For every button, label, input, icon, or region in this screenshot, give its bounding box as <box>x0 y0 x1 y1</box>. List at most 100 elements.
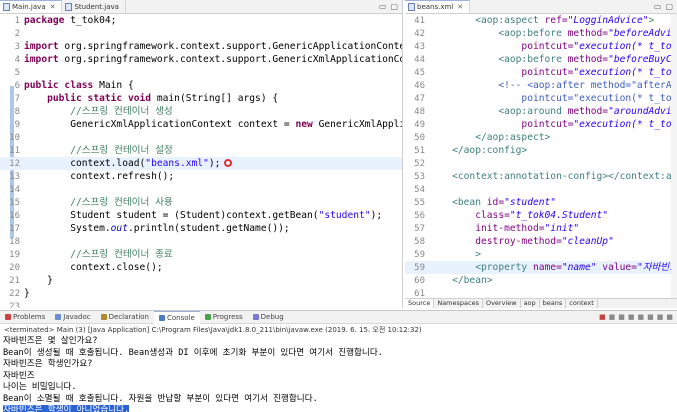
code-line[interactable]: 18 <box>0 235 402 248</box>
code-token: public static void <box>47 93 152 104</box>
code-line[interactable]: 17 System.out.println(student.getName())… <box>0 222 402 235</box>
code-line[interactable]: 23 <box>0 300 402 308</box>
code-line[interactable]: 49 pointcut="execution(* t_tok03.*Targe <box>405 118 677 131</box>
console-output-line[interactable]: 자바빈즈 <box>3 371 35 381</box>
code-line[interactable]: 8 //스프링 컨테이너 생성 <box>0 105 402 118</box>
code-line[interactable]: 44 <aop:before method="beforeBuyConfirm" <box>405 53 677 66</box>
console-tab-javadoc[interactable]: Javadoc <box>50 311 95 324</box>
xml-editor-pane[interactable]: beans.xml ✕ ▭ ▢ 41 <aop:aspect ref="Logg… <box>405 0 677 308</box>
code-line[interactable]: 19 //스프링 컨테이너 종료 <box>0 248 402 261</box>
code-line[interactable]: 59 <property name="name" value="자바빈즈" /> <box>405 261 677 274</box>
console-tab-declaration[interactable]: Declaration <box>96 311 154 324</box>
tab-main-java[interactable]: Main.java ✕ <box>0 0 63 13</box>
console-tab-debug[interactable]: Debug <box>248 311 289 324</box>
console-tab-console[interactable]: Console <box>154 310 200 324</box>
close-icon[interactable]: ✕ <box>50 3 56 11</box>
code-line[interactable]: 48 <aop:around method="aroundAdvice" <box>405 105 677 118</box>
code-line[interactable]: 7 public static void main(String[] args)… <box>0 92 402 105</box>
xml-mode-tab[interactable]: Overview <box>483 299 521 308</box>
code-line[interactable]: 47 pointcut="execution(* t_tok03.*Targe <box>405 92 677 105</box>
code-token: //스프링 컨테이너 종료 <box>70 249 173 260</box>
vertical-scrollbar[interactable] <box>671 14 677 298</box>
clear-icon[interactable]: ■ <box>618 313 625 321</box>
code-line[interactable]: 58 destroy-method="cleanUp" <box>405 235 677 248</box>
code-line[interactable]: 43 pointcut="execution(* t_tok03.ItemT <box>405 40 677 53</box>
xml-mode-tab[interactable]: beans <box>540 299 567 308</box>
code-line[interactable]: 9 GenericXmlApplicationContext context =… <box>0 118 402 131</box>
code-line[interactable]: 57 init-method="init" <box>405 222 677 235</box>
code-line[interactable]: 12 context.load("beans.xml"); <box>0 157 402 170</box>
code-line[interactable]: 56 class="t_tok04.Student" <box>405 209 677 222</box>
code-line[interactable]: 54 <box>405 183 677 196</box>
scroll-lock-icon[interactable]: ■ <box>628 313 635 321</box>
code-token: "cleanUp" <box>561 236 614 247</box>
code-line[interactable]: 2 <box>0 27 402 40</box>
code-token: pointcut= <box>521 41 574 52</box>
console-output-line[interactable]: 자바빈즈은 몇 살인가요? <box>3 336 98 346</box>
minimize-icon[interactable]: ▭ <box>379 2 387 11</box>
maximize-icon[interactable]: ▢ <box>665 2 673 11</box>
code-line[interactable]: 41 <aop:aspect ref="LogginAdvice"> <box>405 14 677 27</box>
code-token: Student student = (Student)context.getBe… <box>24 210 319 221</box>
code-line[interactable]: 5 <box>0 66 402 79</box>
console-tab-problems[interactable]: Problems <box>0 311 50 324</box>
tab-beans-xml[interactable]: beans.xml ✕ <box>405 0 471 13</box>
java-editor-pane[interactable]: Main.java ✕ Student.java ▭ ▢ 1 package t_… <box>0 0 403 308</box>
code-line[interactable]: 55 <bean id="student" <box>405 196 677 209</box>
code-line[interactable]: 46 <!-- <aop:after method="afterAdvice" <box>405 79 677 92</box>
tab-student-java[interactable]: Student.java <box>62 0 126 13</box>
pin-icon[interactable]: ■ <box>638 313 645 321</box>
code-line[interactable]: 59 > <box>405 248 677 261</box>
xml-mode-tab[interactable]: aop <box>521 299 540 308</box>
xml-mode-tab[interactable]: context <box>566 299 598 308</box>
xml-mode-tab[interactable]: Source <box>405 299 435 308</box>
remove-icon[interactable]: ■ <box>609 313 616 321</box>
code-line[interactable]: 6 public class Main { <box>0 79 402 92</box>
java-code-area[interactable]: 1 package t_tok04; 2 3 import org.springfram… <box>0 14 402 308</box>
close-icon[interactable]: ✕ <box>457 3 463 11</box>
console-output[interactable]: 자바빈즈은 몇 살인가요? Bean이 생성될 때 호출됩니다. Bean생성과 … <box>0 336 677 412</box>
code-line[interactable]: 1 package t_tok04; <box>0 14 402 27</box>
console-output-line[interactable]: 자바빈즈은 학생이 아니었습니다. <box>3 405 130 412</box>
code-line[interactable]: 61 <box>405 287 677 298</box>
code-line[interactable]: 4 import org.springframework.context.supp… <box>0 53 402 66</box>
code-line[interactable]: 16 Student student = (Student)context.ge… <box>0 209 402 222</box>
code-line[interactable]: 45 pointcut="execution(* t_tok03.ItemT <box>405 66 677 79</box>
minimize-icon[interactable]: ■ <box>657 313 664 321</box>
code-line[interactable]: 11 //스프링 컨테이너 설정 <box>0 144 402 157</box>
console-process-header: <terminated> Main (3) [Java Application]… <box>4 326 422 334</box>
code-line[interactable]: 42 <aop:before method="beforeAdvice" <box>405 27 677 40</box>
code-line[interactable]: 22} <box>0 287 402 300</box>
terminate-icon[interactable]: ■ <box>599 313 606 321</box>
code-line[interactable]: 13 context.refresh(); <box>0 170 402 183</box>
console-output-line[interactable]: 자바빈즈은 학생인가요? <box>3 359 92 369</box>
code-line[interactable]: 15 //스프링 컨테이너 사용 <box>0 196 402 209</box>
console-tab-progress[interactable]: Progress <box>200 311 248 324</box>
console-output-line[interactable]: 나이는 비밀입니다. <box>3 382 77 392</box>
console-output-line[interactable]: Bean이 소멸될 때 호출됩니다. 자원을 반납할 부분이 있다면 여기서 진… <box>3 394 318 404</box>
code-line[interactable]: 60 </bean> <box>405 274 677 287</box>
minimize-icon[interactable]: ▭ <box>654 2 662 11</box>
maximize-icon[interactable]: ■ <box>666 313 673 321</box>
code-line[interactable]: 10 <box>0 131 402 144</box>
code-token: "beans.xml" <box>145 158 209 169</box>
editor-window-controls: ▭ ▢ <box>375 2 402 13</box>
code-line[interactable]: 50 </aop:aspect> <box>405 131 677 144</box>
display-icon[interactable]: ■ <box>647 313 654 321</box>
code-line[interactable]: 21 } <box>0 274 402 287</box>
code-line[interactable]: 14 <box>0 183 402 196</box>
console-output-line[interactable]: Bean이 생성될 때 호출됩니다. Bean생성과 DI 이후에 초기화 부분… <box>3 348 383 358</box>
code-line[interactable]: 51 </aop:config> <box>405 144 677 157</box>
line-number: 61 <box>414 289 425 298</box>
code-token: "name" <box>561 262 597 273</box>
xml-code-area[interactable]: 41 <aop:aspect ref="LogginAdvice"> 42 <ao… <box>405 14 677 298</box>
xml-mode-tab[interactable]: Namespaces <box>434 299 483 308</box>
code-line[interactable]: 20 context.close(); <box>0 261 402 274</box>
code-line[interactable]: 3 import org.springframework.context.supp… <box>0 40 402 53</box>
code-line[interactable]: 53 <context:annotation-config></context:… <box>405 170 677 183</box>
code-line[interactable]: 52 <box>405 157 677 170</box>
maximize-icon[interactable]: ▢ <box>390 2 398 11</box>
code-token: value= <box>596 262 637 273</box>
